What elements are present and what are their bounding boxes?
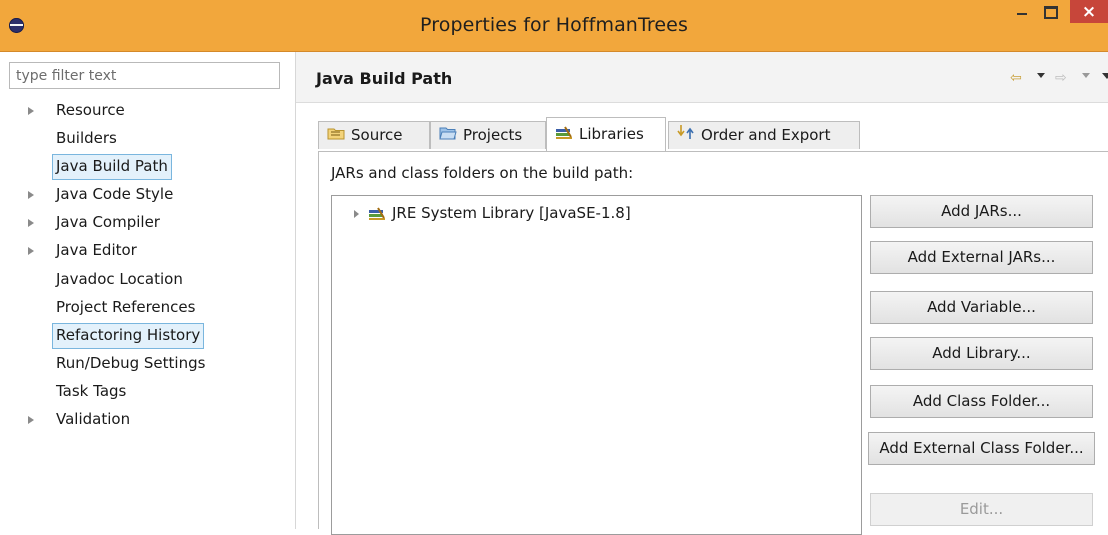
tree-item-refactoring-history[interactable]: Refactoring History [52,323,205,349]
tab-order-and-export[interactable]: Order and Export [668,121,860,149]
filter-input[interactable] [9,62,280,89]
source-folder-icon [327,122,345,149]
tree-item-resource[interactable]: Resource [52,98,129,123]
forward-arrow-icon[interactable]: ⇨ [1055,70,1067,86]
add-external-class-folder-button[interactable]: Add External Class Folder... [868,432,1095,465]
view-menu-icon[interactable] [1102,73,1108,79]
tree-item-java-build-path[interactable]: Java Build Path [52,154,172,180]
libraries-panel: JARs and class folders on the build path… [318,151,1108,535]
add-variable-button[interactable]: Add Variable... [870,291,1093,324]
tree-item-javadoc-location[interactable]: Javadoc Location [52,267,187,292]
expand-arrow-icon[interactable] [25,210,37,235]
tab-label: Order and Export [701,126,831,144]
tree-item-project-references[interactable]: Project References [52,295,199,320]
tab-libraries[interactable]: Libraries [546,117,666,151]
build-path-list[interactable]: JRE System Library [JavaSE-1.8] [331,195,862,535]
add-class-folder-button[interactable]: Add Class Folder... [870,385,1093,418]
page-header: Java Build Path ⇦ ⇨ [296,52,1108,103]
panel-divider[interactable] [295,52,296,529]
expand-arrow-icon[interactable] [352,202,362,224]
back-history-dropdown-icon[interactable] [1037,73,1045,78]
tab-source[interactable]: Source [318,121,430,149]
title-bar[interactable]: Properties for HoffmanTrees × [0,0,1108,52]
property-pages-panel: Resource Builders Java Build Path Java C… [0,52,295,529]
tree-item-java-editor[interactable]: Java Editor [52,238,141,263]
page-title: Java Build Path [316,69,453,88]
window-title: Properties for HoffmanTrees [420,14,688,36]
expand-arrow-icon[interactable] [25,98,37,123]
expand-arrow-icon[interactable] [25,407,37,432]
tree-item-validation[interactable]: Validation [52,407,134,432]
tab-label: Source [351,126,403,144]
tab-label: Projects [463,126,523,144]
add-library-button[interactable]: Add Library... [870,337,1093,370]
maximize-button[interactable] [1037,0,1063,23]
edit-button: Edit... [870,493,1093,526]
tab-projects[interactable]: Projects [430,121,546,149]
build-path-label: JARs and class folders on the build path… [331,164,634,182]
expand-arrow-icon[interactable] [25,182,37,207]
forward-history-dropdown-icon[interactable] [1082,73,1090,78]
tree-item-run-debug-settings[interactable]: Run/Debug Settings [52,351,209,376]
tree-item-task-tags[interactable]: Task Tags [52,379,130,404]
list-item-label: JRE System Library [JavaSE-1.8] [392,204,631,222]
tree-item-builders[interactable]: Builders [52,126,121,151]
tab-label: Libraries [579,125,644,143]
minimize-button[interactable] [1007,0,1037,23]
library-icon [368,205,386,227]
libraries-icon [555,119,573,151]
expand-arrow-icon[interactable] [25,238,37,263]
order-export-icon [677,122,695,149]
close-button[interactable]: × [1070,0,1108,23]
tree-item-java-compiler[interactable]: Java Compiler [52,210,164,235]
back-arrow-icon[interactable]: ⇦ [1010,70,1022,86]
tree-item-java-code-style[interactable]: Java Code Style [52,182,177,207]
add-jars-button[interactable]: Add JARs... [870,195,1093,228]
add-external-jars-button[interactable]: Add External JARs... [870,241,1093,274]
projects-folder-icon [439,122,457,149]
